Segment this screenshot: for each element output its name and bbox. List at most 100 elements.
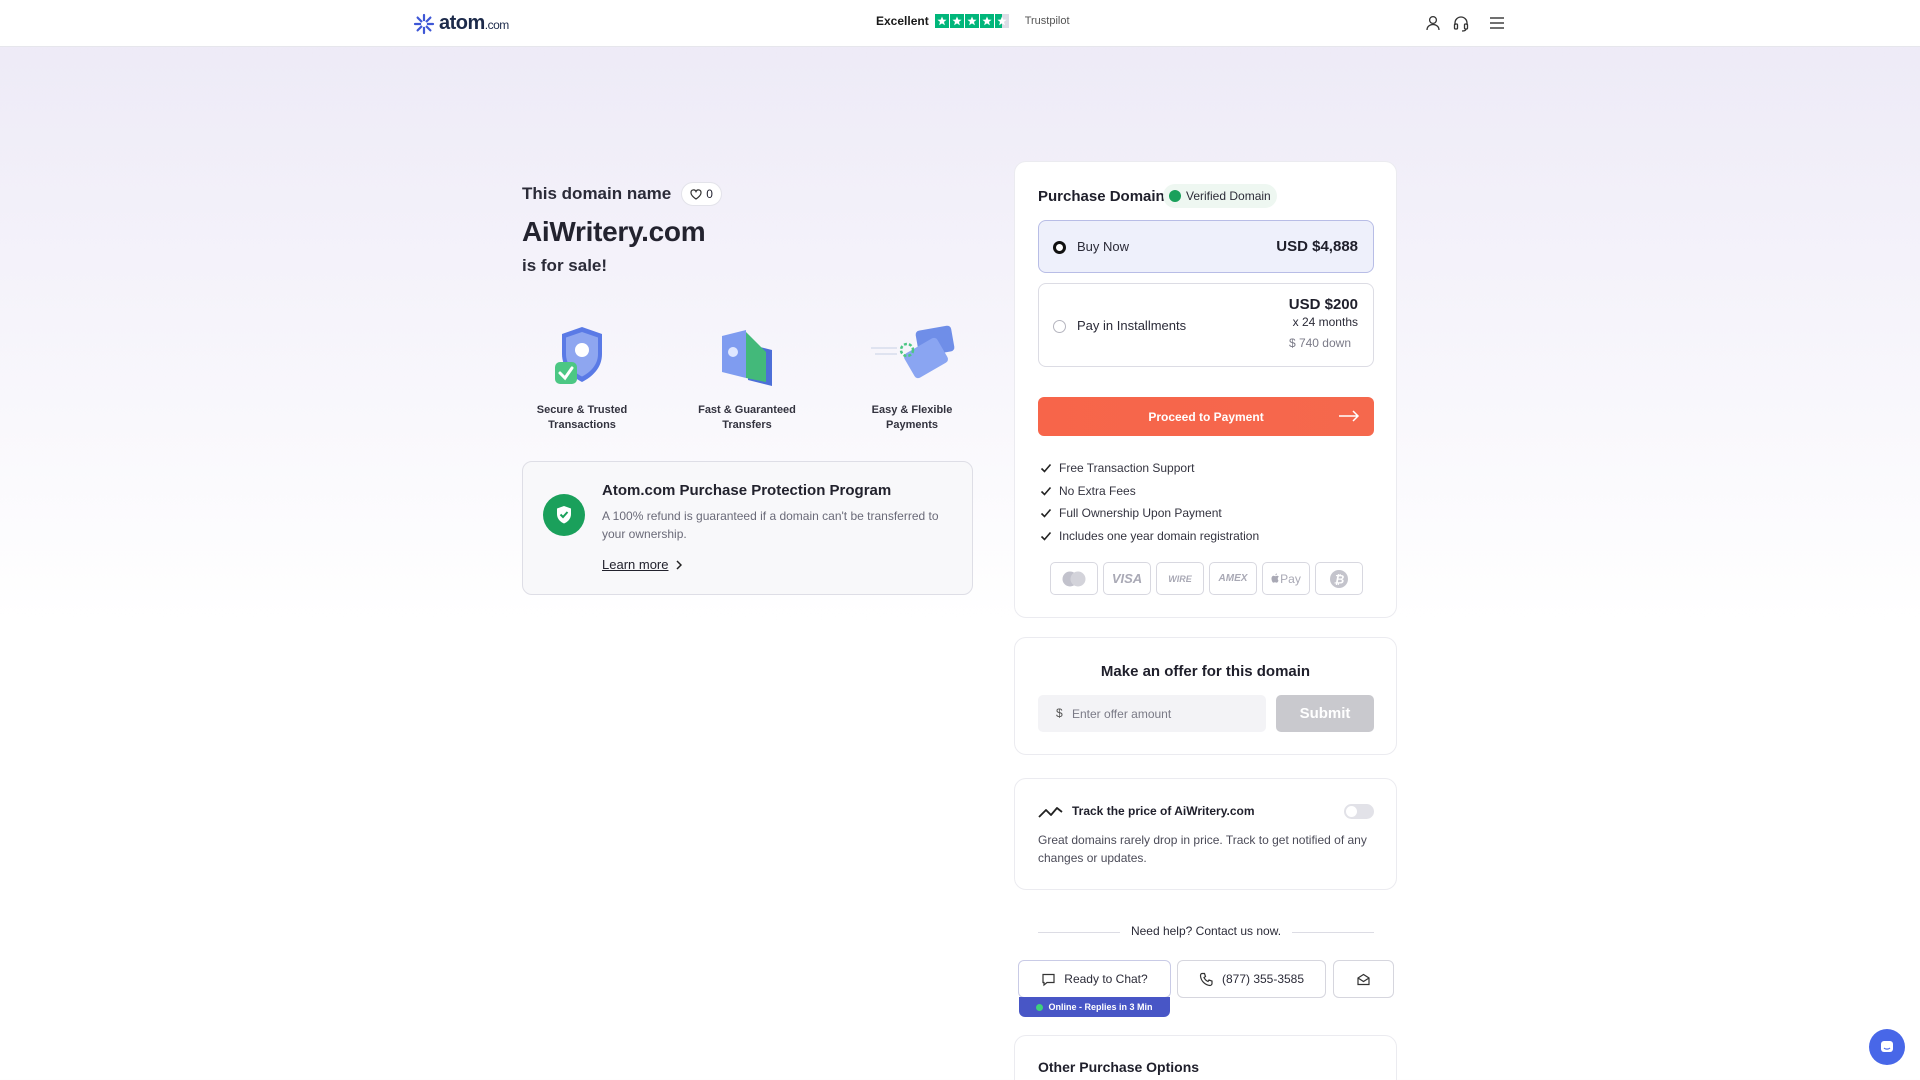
currency-symbol: $ bbox=[1056, 706, 1063, 720]
track-description: Great domains rarely drop in price. Trac… bbox=[1038, 833, 1367, 865]
online-status-badge: Online - Replies in 3 Min bbox=[1019, 997, 1170, 1017]
email-button[interactable] bbox=[1333, 960, 1394, 998]
benefit-item: Full Ownership Upon Payment bbox=[1040, 502, 1259, 525]
favorite-button[interactable]: 0 bbox=[681, 182, 722, 206]
benefit-label: Free Transaction Support bbox=[1059, 461, 1195, 476]
installments-label: Pay in Installments bbox=[1077, 318, 1187, 333]
protection-title: Atom.com Purchase Protection Program bbox=[602, 482, 892, 499]
domain-name: AiWritery.com bbox=[522, 216, 706, 247]
benefit-label: Includes one year domain registration bbox=[1059, 528, 1260, 543]
feature-label: Fast & Guaranteed Transfers bbox=[698, 404, 796, 431]
feature-transfer: Fast & Guaranteed Transfers bbox=[687, 322, 807, 433]
buy-now-radio[interactable] bbox=[1053, 241, 1066, 254]
protection-description: A 100% refund is guaranteed if a domain … bbox=[602, 509, 939, 541]
purchase-protection-card: Atom.com Purchase Protection Program A 1… bbox=[522, 461, 973, 595]
rating-stars bbox=[934, 14, 1009, 28]
menu-icon[interactable] bbox=[1488, 14, 1506, 32]
trust-label: Excellent bbox=[876, 14, 929, 28]
benefit-item: Free Transaction Support bbox=[1040, 457, 1259, 480]
half-star-icon bbox=[994, 14, 1009, 28]
buy-now-label: Buy Now bbox=[1077, 239, 1130, 254]
trend-icon bbox=[1038, 807, 1063, 818]
star-icon bbox=[949, 14, 964, 28]
feature-payments: Easy & Flexible Payments bbox=[852, 322, 972, 433]
feature-list: Secure & Trusted Transactions Fast & Gua… bbox=[522, 322, 972, 433]
star-icon bbox=[964, 14, 979, 28]
benefit-item: No Extra Fees bbox=[1040, 480, 1259, 503]
benefit-label: Full Ownership Upon Payment bbox=[1059, 506, 1222, 521]
arrow-right-icon bbox=[1339, 410, 1360, 422]
proceed-to-payment-button[interactable]: Proceed to Payment bbox=[1038, 397, 1374, 436]
check-icon bbox=[1040, 531, 1052, 541]
installments-radio[interactable] bbox=[1053, 320, 1066, 333]
intro-heading: This domain name bbox=[522, 184, 672, 203]
other-options-title: Other Purchase Options bbox=[1038, 1059, 1200, 1075]
other-purchase-options-card: Other Purchase Options bbox=[1014, 1035, 1397, 1080]
amex-icon: AMEX bbox=[1209, 562, 1257, 595]
check-icon bbox=[1040, 509, 1052, 518]
shield-icon bbox=[543, 494, 585, 536]
help-heading: Need help? Contact us now. bbox=[1038, 924, 1374, 938]
domain-intro: This domain name 0 AiWritery.com is for … bbox=[522, 182, 722, 276]
buy-now-price: USD $4,888 bbox=[1276, 238, 1358, 255]
atom-logo-icon bbox=[413, 13, 435, 34]
installment-months: x 24 months bbox=[1292, 315, 1358, 329]
top-header: atom.com Excellent Trustpilot bbox=[0, 0, 1920, 47]
user-icon[interactable] bbox=[1424, 14, 1442, 32]
mail-icon bbox=[1357, 973, 1370, 985]
shield-check-icon bbox=[555, 327, 602, 384]
offer-amount-input[interactable] bbox=[1038, 695, 1266, 732]
installment-down-payment: $ 740 down bbox=[1288, 336, 1351, 350]
benefit-list: Free Transaction Support No Extra Fees F… bbox=[1040, 457, 1259, 547]
buy-now-option[interactable]: Buy Now USD $4,888 bbox=[1038, 220, 1374, 273]
chat-icon bbox=[1042, 973, 1055, 986]
bitcoin-icon: ₿ bbox=[1315, 562, 1363, 595]
learn-more-label: Learn more bbox=[602, 557, 669, 572]
star-icon bbox=[934, 14, 949, 28]
chevron-right-icon bbox=[676, 559, 683, 570]
proceed-label: Proceed to Payment bbox=[1148, 409, 1264, 424]
star-icon bbox=[979, 14, 994, 28]
verified-label: Verified Domain bbox=[1186, 189, 1271, 203]
payment-methods: VISA WIRE AMEX Pay ₿ bbox=[1050, 562, 1363, 595]
benefit-label: No Extra Fees bbox=[1059, 483, 1136, 498]
apple-icon bbox=[1271, 573, 1279, 583]
headset-icon[interactable] bbox=[1452, 14, 1470, 32]
phone-number: (877) 355-3585 bbox=[1221, 972, 1305, 986]
support-chat-launcher[interactable] bbox=[1869, 1029, 1905, 1065]
price-tracking-card: Track the price of AiWritery.com Great d… bbox=[1014, 778, 1397, 890]
offer-card: Make an offer for this domain $ Submit bbox=[1014, 637, 1397, 755]
installments-option[interactable]: Pay in Installments USD $200 x 24 months… bbox=[1038, 283, 1374, 367]
header-actions bbox=[1424, 14, 1506, 32]
submit-offer-button[interactable]: Submit bbox=[1276, 695, 1374, 732]
verified-badge: Verified Domain bbox=[1163, 184, 1277, 208]
online-dot-icon bbox=[1036, 1003, 1044, 1011]
feature-label: Secure & Trusted Transactions bbox=[536, 404, 628, 431]
offer-title: Make an offer for this domain bbox=[1100, 663, 1311, 680]
for-sale-text: is for sale! bbox=[522, 256, 608, 275]
check-icon bbox=[1040, 486, 1052, 496]
visa-icon: VISA bbox=[1103, 562, 1151, 595]
feature-secure: Secure & Trusted Transactions bbox=[522, 322, 642, 433]
mastercard-icon bbox=[1050, 562, 1098, 595]
apple-pay-label: Pay bbox=[1280, 571, 1301, 586]
feature-label: Easy & Flexible Payments bbox=[871, 404, 953, 431]
benefit-item: Includes one year domain registration bbox=[1040, 525, 1259, 548]
installment-price: USD $200 bbox=[1288, 296, 1358, 313]
chat-label: Ready to Chat? bbox=[1064, 972, 1148, 986]
chat-bubble-icon bbox=[1881, 1041, 1893, 1052]
check-icon bbox=[1040, 464, 1052, 473]
transfer-icon bbox=[722, 330, 772, 386]
atom-logo[interactable]: atom.com bbox=[413, 12, 509, 35]
track-title: Track the price of AiWritery.com bbox=[1072, 804, 1255, 818]
chat-button[interactable]: Ready to Chat? bbox=[1018, 960, 1171, 998]
trustpilot-rating[interactable]: Excellent Trustpilot bbox=[876, 14, 1070, 28]
learn-more-link[interactable]: Learn more bbox=[602, 557, 683, 572]
phone-icon bbox=[1199, 972, 1213, 986]
verified-check-icon bbox=[1169, 190, 1181, 202]
online-status-label: Online - Replies in 3 Min bbox=[1048, 1002, 1153, 1012]
phone-button[interactable]: (877) 355-3585 bbox=[1177, 960, 1326, 998]
svg-text:₿: ₿ bbox=[1334, 572, 1345, 586]
purchase-card: Purchase Domain Verified Domain Buy Now … bbox=[1014, 161, 1397, 618]
track-price-toggle[interactable] bbox=[1344, 804, 1374, 819]
